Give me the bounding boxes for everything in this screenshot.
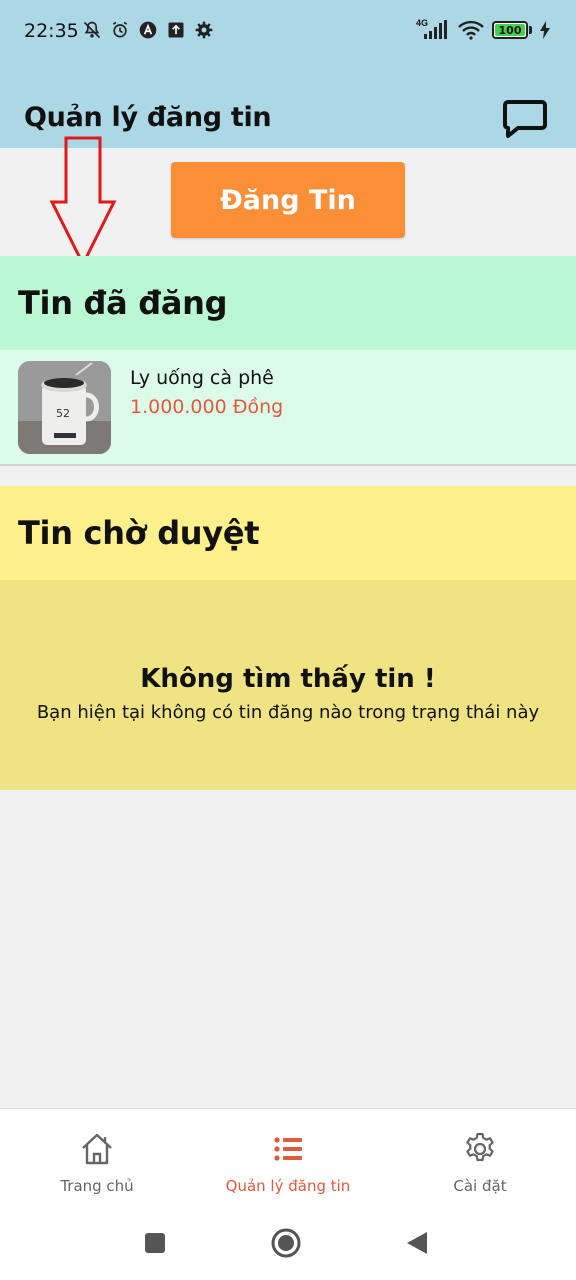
post-button[interactable]: Đăng Tin (171, 162, 405, 238)
annotation-arrow (49, 136, 117, 268)
nav-item-manage-posts[interactable]: Quản lý đăng tin (208, 1131, 368, 1195)
battery-level: 100 (498, 23, 522, 37)
nav-item-home[interactable]: Trang chủ (17, 1131, 177, 1195)
signal-icon: 4G (416, 18, 450, 40)
app-a-icon (139, 21, 157, 39)
nav-label-settings: Cài đặt (453, 1177, 507, 1195)
posted-section-title: Tin đã đăng (18, 284, 228, 322)
list-icon (274, 1137, 302, 1161)
pending-section-header: Tin chờ duyệt (0, 486, 576, 580)
charging-icon (540, 21, 550, 39)
mute-icon (83, 21, 101, 39)
posted-section-header: Tin đã đăng (0, 256, 576, 350)
nav-label-manage-posts: Quản lý đăng tin (225, 1177, 351, 1195)
back-icon[interactable] (406, 1231, 428, 1255)
upload-icon (168, 22, 184, 38)
network-type: 4G (416, 18, 429, 28)
page-title: Quản lý đăng tin (24, 102, 272, 133)
empty-state: Không tìm thấy tin ! Bạn hiện tại không … (0, 580, 576, 790)
status-icons-left (82, 20, 214, 40)
item-price: 1.000.000 Đồng (130, 396, 284, 418)
home-circle-icon[interactable] (270, 1227, 302, 1259)
chat-bubble-icon[interactable] (502, 98, 548, 140)
app-header: 22:35 4G 100 Quản lý đăng tin (0, 0, 576, 148)
empty-state-title: Không tìm thấy tin ! (140, 664, 436, 694)
battery-icon: 100 (492, 21, 532, 39)
nav-label-home: Trang chủ (60, 1177, 134, 1195)
item-thumbnail: 52 (18, 361, 111, 454)
empty-state-description: Bạn hiện tại không có tin đăng nào trong… (36, 702, 540, 723)
status-icons-right: 4G 100 (416, 18, 550, 40)
settings-status-icon (195, 21, 213, 39)
status-time: 22:35 (24, 20, 79, 42)
wifi-icon (458, 20, 484, 40)
recent-apps-icon[interactable] (144, 1232, 166, 1254)
system-nav-bar (0, 1214, 576, 1280)
alarm-icon (112, 21, 128, 38)
posted-list-item[interactable]: 52 Ly uống cà phê 1.000.000 Đồng (0, 350, 576, 466)
pending-section-title: Tin chờ duyệt (18, 514, 260, 552)
nav-item-settings[interactable]: Cài đặt (400, 1131, 560, 1195)
svg-text:52: 52 (56, 407, 70, 420)
home-icon (82, 1133, 112, 1165)
item-name: Ly uống cà phê (130, 367, 274, 389)
gear-icon (466, 1132, 494, 1162)
